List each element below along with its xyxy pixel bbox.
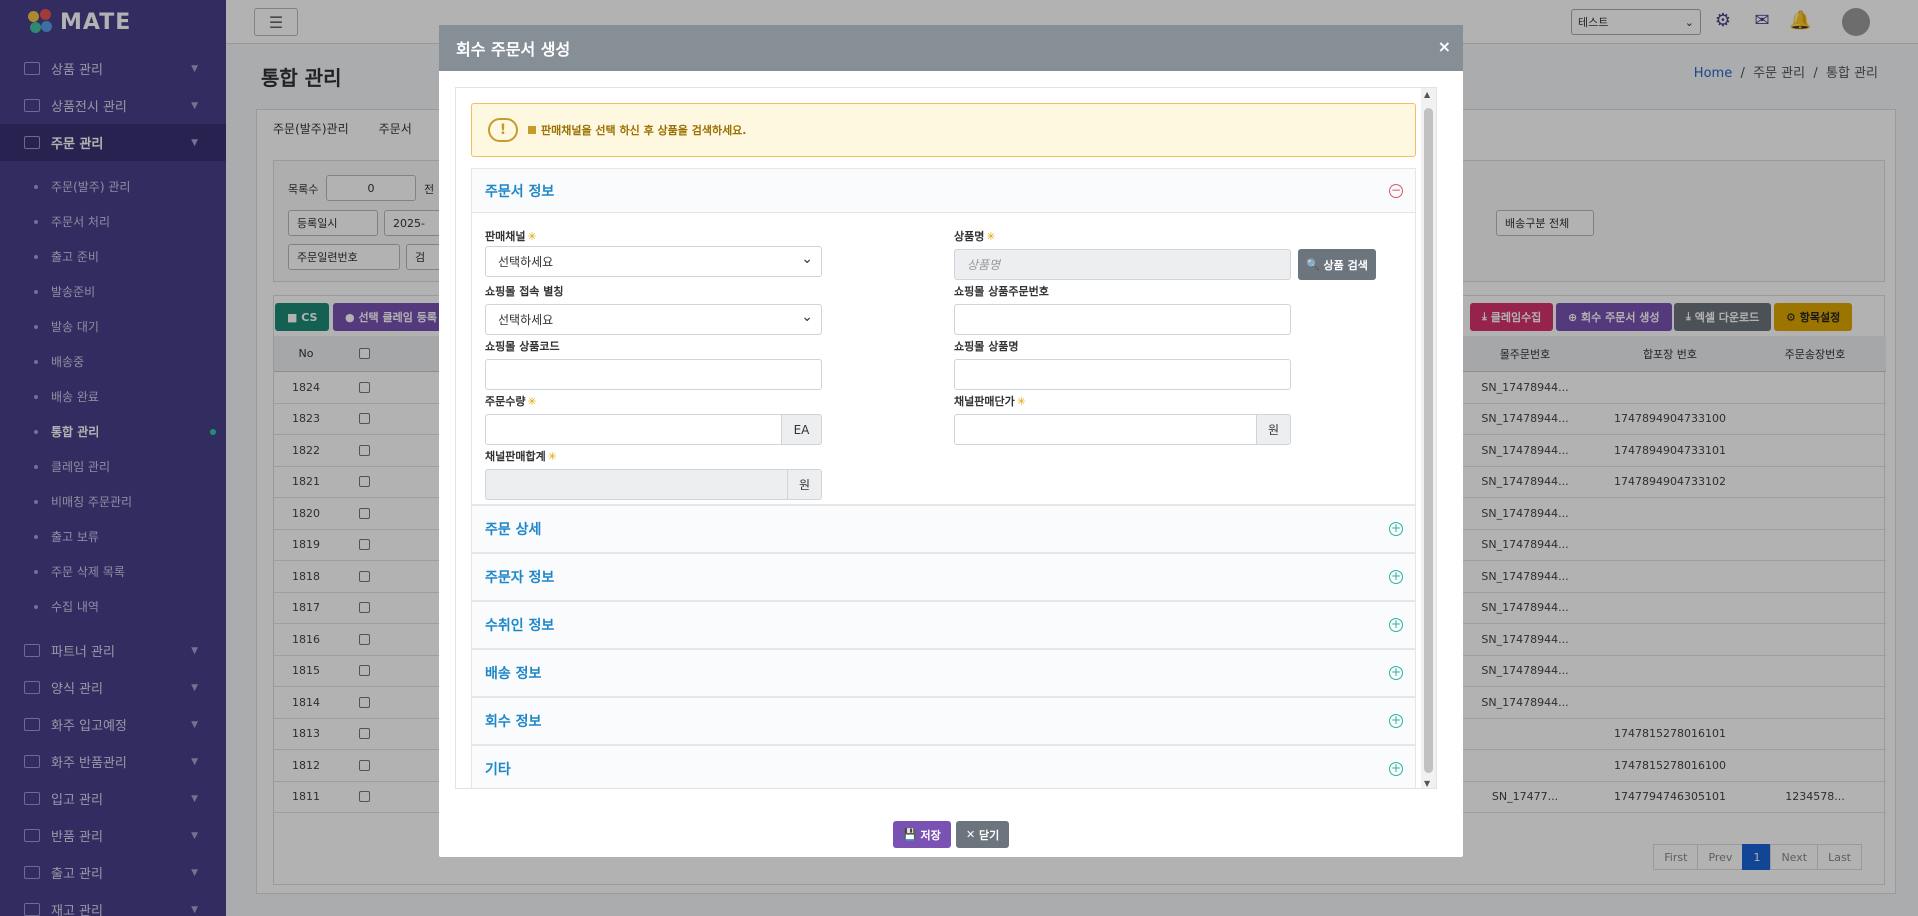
sales-channel-select[interactable]: 선택하세요 bbox=[485, 246, 822, 277]
warning-icon: ! bbox=[488, 118, 518, 142]
label-text: 판매채널 bbox=[485, 230, 526, 243]
scroll-thumb[interactable] bbox=[1424, 108, 1433, 773]
minus-circle-icon[interactable]: − bbox=[1389, 184, 1403, 198]
mall-product-code-input[interactable] bbox=[485, 359, 822, 390]
square-icon bbox=[528, 126, 536, 134]
section-receiver[interactable]: 수취인 정보 + bbox=[471, 601, 1416, 649]
mall-product-order-no-input[interactable] bbox=[954, 304, 1291, 335]
section-title: 회수 정보 bbox=[485, 714, 542, 730]
section-title: 배송 정보 bbox=[485, 666, 542, 682]
required-icon: ✳ bbox=[986, 230, 996, 243]
order-info-form: 판매채널✳ 선택하세요 쇼핑몰 접속 별칭 선택하세요 쇼핑몰 상품코드 주문수… bbox=[471, 213, 1416, 505]
product-name-input: 상품명 bbox=[954, 249, 1291, 280]
required-icon: ✳ bbox=[527, 230, 537, 243]
label-mall-product-order-no: 쇼핑몰 상품주문번호 bbox=[954, 283, 1049, 299]
qty-unit: EA bbox=[781, 414, 822, 445]
label-mall-alias: 쇼핑몰 접속 별칭 bbox=[485, 283, 564, 299]
required-icon: ✳ bbox=[527, 395, 537, 408]
label-text: 채널판매합계 bbox=[485, 450, 546, 463]
alert-text: 판매채널을 선택 하신 후 상품을 검색하세요. bbox=[541, 124, 747, 137]
select-value: 선택하세요 bbox=[498, 313, 554, 327]
modal-header: 회수 주문서 생성 × bbox=[439, 25, 1463, 71]
search-icon: 🔍 bbox=[1306, 258, 1324, 271]
section-etc[interactable]: 기타 + bbox=[471, 745, 1416, 788]
plus-circle-icon[interactable]: + bbox=[1389, 522, 1403, 536]
section-order-detail[interactable]: 주문 상세 + bbox=[471, 505, 1416, 553]
channel-total-input bbox=[485, 469, 788, 500]
channel-unit-price-input[interactable] bbox=[954, 414, 1257, 445]
section-title: 기타 bbox=[485, 762, 511, 778]
total-unit: 원 bbox=[787, 469, 822, 500]
section-title: 수취인 정보 bbox=[485, 618, 555, 634]
return-order-modal: 회수 주문서 생성 × ! 판매채널을 선택 하신 후 상품을 검색하세요. 주… bbox=[439, 25, 1463, 857]
section-title: 주문 상세 bbox=[485, 522, 542, 538]
close-label: 닫기 bbox=[979, 828, 1000, 842]
label-text: 주문수량 bbox=[485, 395, 526, 408]
section-title: 주문자 정보 bbox=[485, 570, 555, 586]
mall-product-name-input[interactable] bbox=[954, 359, 1291, 390]
section-order-info[interactable]: 주문서 정보 − bbox=[471, 168, 1416, 213]
close-icon[interactable]: × bbox=[1438, 37, 1451, 56]
product-search-button[interactable]: 🔍 상품 검색 bbox=[1298, 249, 1376, 280]
order-qty-input[interactable] bbox=[485, 414, 782, 445]
plus-circle-icon[interactable]: + bbox=[1389, 618, 1403, 632]
info-alert: ! 판매채널을 선택 하신 후 상품을 검색하세요. bbox=[471, 103, 1416, 157]
select-value: 선택하세요 bbox=[498, 255, 554, 269]
label-product-name: 상품명 ✳ bbox=[954, 228, 996, 244]
label-mall-product-code: 쇼핑몰 상품코드 bbox=[485, 338, 560, 354]
label-channel-unit-price: 채널판매단가 ✳ bbox=[954, 393, 1026, 409]
label-text: 쇼핑몰 접속 별칭 bbox=[485, 285, 564, 298]
plus-circle-icon[interactable]: + bbox=[1389, 570, 1403, 584]
mall-alias-select[interactable]: 선택하세요 bbox=[485, 304, 822, 335]
scroll-up-icon[interactable]: ▲ bbox=[1424, 90, 1430, 99]
plus-circle-icon[interactable]: + bbox=[1389, 666, 1403, 680]
label-mall-product-name: 쇼핑몰 상품명 bbox=[954, 338, 1019, 354]
label-sales-channel: 판매채널 ✳ bbox=[485, 228, 537, 244]
label-text: 쇼핑몰 상품명 bbox=[954, 340, 1019, 353]
search-label: 상품 검색 bbox=[1323, 258, 1368, 272]
price-unit: 원 bbox=[1256, 414, 1291, 445]
modal-title: 회수 주문서 생성 bbox=[456, 40, 571, 59]
modal-scrollbar[interactable]: ▲ ▼ bbox=[1421, 88, 1436, 788]
required-icon: ✳ bbox=[547, 450, 557, 463]
label-order-qty: 주문수량 ✳ bbox=[485, 393, 537, 409]
section-return-info[interactable]: 회수 정보 + bbox=[471, 697, 1416, 745]
close-button[interactable]: ✕ 닫기 bbox=[956, 821, 1010, 848]
label-text: 채널판매단가 bbox=[954, 395, 1015, 408]
scroll-down-icon[interactable]: ▼ bbox=[1424, 779, 1430, 788]
plus-circle-icon[interactable]: + bbox=[1389, 762, 1403, 776]
close-icon: ✕ bbox=[966, 828, 980, 841]
section-orderer[interactable]: 주문자 정보 + bbox=[471, 553, 1416, 601]
required-icon: ✳ bbox=[1016, 395, 1026, 408]
section-shipping[interactable]: 배송 정보 + bbox=[471, 649, 1416, 697]
plus-circle-icon[interactable]: + bbox=[1389, 714, 1403, 728]
label-channel-total: 채널판매합계 ✳ bbox=[485, 448, 557, 464]
label-text: 쇼핑몰 상품코드 bbox=[485, 340, 560, 353]
label-text: 쇼핑몰 상품주문번호 bbox=[954, 285, 1049, 298]
label-text: 상품명 bbox=[954, 230, 985, 243]
save-label: 저장 bbox=[920, 828, 941, 842]
save-button[interactable]: 💾 저장 bbox=[893, 821, 951, 848]
save-icon: 💾 bbox=[903, 828, 921, 841]
section-title: 주문서 정보 bbox=[485, 183, 555, 200]
modal-body: ! 판매채널을 선택 하신 후 상품을 검색하세요. 주문서 정보 − 판매채널… bbox=[455, 87, 1437, 789]
